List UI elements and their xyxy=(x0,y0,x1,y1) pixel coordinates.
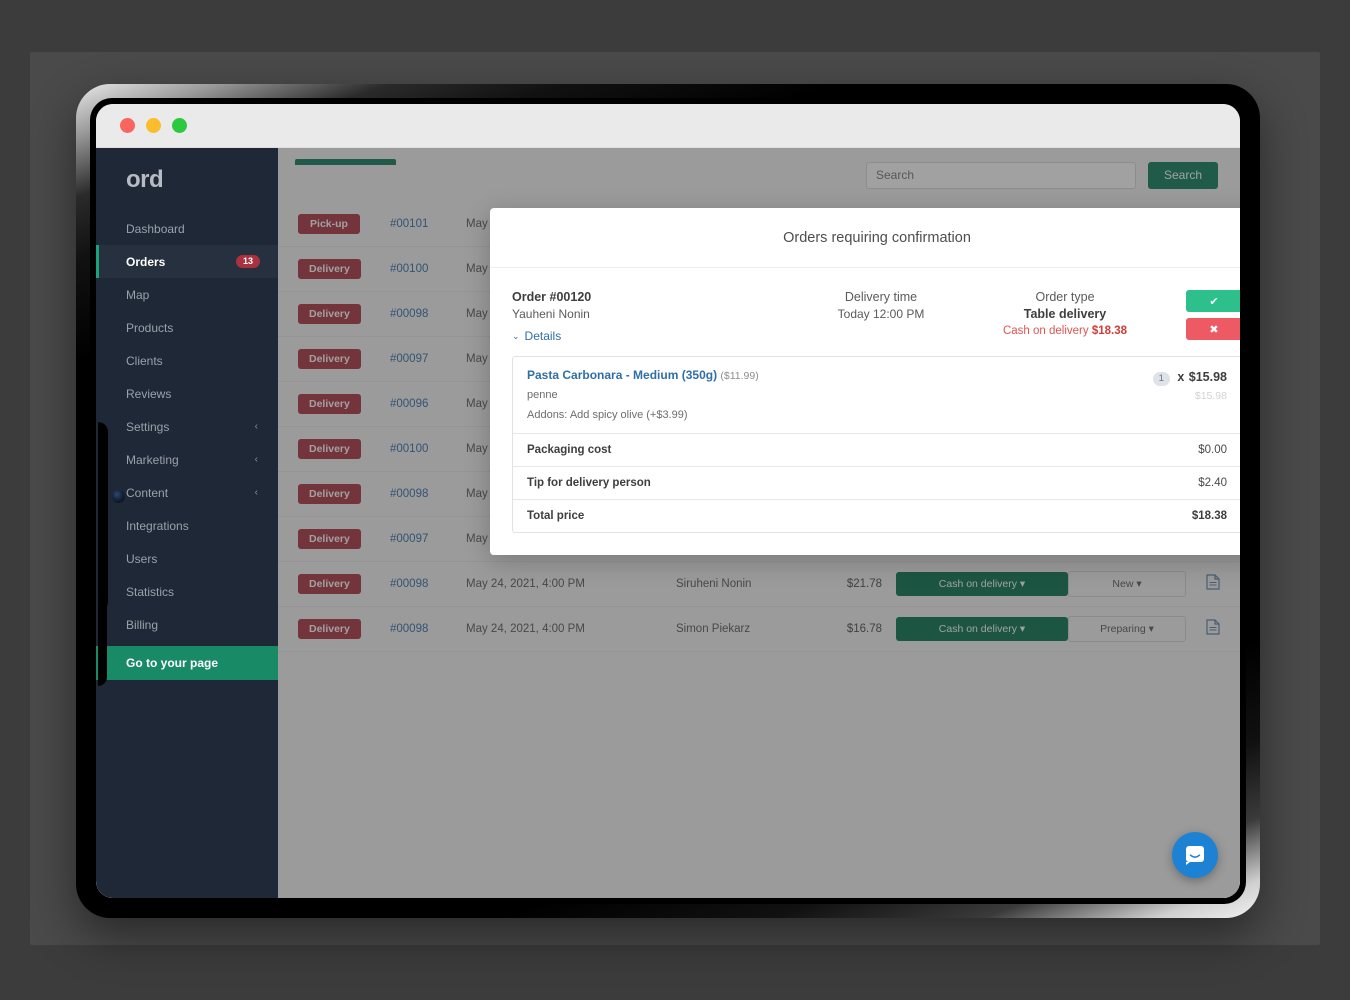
sidebar-nav: Dashboard Orders 13 Map Products Clients Revie… xyxy=(96,212,278,641)
sidebar-item-label: Users xyxy=(126,552,157,566)
line-item-total: $15.98 xyxy=(1189,370,1227,384)
payment-amount: $18.38 xyxy=(1092,325,1127,337)
chevron-left-icon: ‹ xyxy=(255,454,258,465)
minimize-window-dot[interactable] xyxy=(146,118,161,133)
order-type-value: Table delivery xyxy=(950,307,1180,321)
sidebar-item-reviews[interactable]: Reviews xyxy=(96,377,278,410)
device-side-notch-lower xyxy=(98,594,107,686)
sidebar-item-statistics[interactable]: Statistics xyxy=(96,575,278,608)
app-logo: ord xyxy=(96,148,278,212)
quantity-badge: 1 xyxy=(1153,372,1170,386)
line-item-pricing: 1 x $15.98 $15.98 xyxy=(1137,368,1227,421)
sidebar-item-label: Billing xyxy=(126,618,158,632)
sidebar-item-billing[interactable]: Billing xyxy=(96,608,278,641)
sidebar-item-label: Orders xyxy=(126,255,165,269)
sidebar: ord Dashboard Orders 13 Map Products Clients R… xyxy=(96,148,278,898)
summary-value: $2.40 xyxy=(1198,477,1227,489)
line-item-option: penne xyxy=(527,389,1137,401)
device-camera xyxy=(112,490,125,503)
payment-method-text: Cash on delivery xyxy=(1003,325,1089,337)
order-type-block: Order type Table delivery Cash on delive… xyxy=(950,290,1180,337)
summary-row: Total price $18.38 xyxy=(513,500,1240,532)
order-line-item: Pasta Carbonara - Medium (350g) ($11.99)… xyxy=(513,357,1240,434)
check-icon: ✔ xyxy=(1209,295,1218,308)
sidebar-item-label: Products xyxy=(126,321,173,335)
device-bezel: ord Dashboard Orders 13 Map Products Clients R… xyxy=(90,98,1246,904)
summary-row: Packaging cost $0.00 xyxy=(513,434,1240,467)
delivery-time-block: Delivery time Today 12:00 PM xyxy=(812,290,950,321)
order-identity-block: Order #00120 Yauheni Nonin ⌄ Details xyxy=(512,290,812,344)
sidebar-item-go-to-your-page[interactable]: Go to your page xyxy=(96,646,278,680)
app-root: ord Dashboard Orders 13 Map Products Clients R… xyxy=(96,148,1240,898)
browser-titlebar xyxy=(96,104,1240,148)
orders-confirmation-modal: Orders requiring confirmation × Order #0… xyxy=(490,208,1240,555)
order-number: Order #00120 xyxy=(512,290,812,304)
sidebar-item-integrations[interactable]: Integrations xyxy=(96,509,278,542)
sidebar-item-label: Clients xyxy=(126,354,163,368)
details-label: Details xyxy=(525,329,562,343)
summary-label: Tip for delivery person xyxy=(527,477,651,489)
close-icon[interactable]: × xyxy=(1239,225,1240,241)
sidebar-item-label: Dashboard xyxy=(126,222,185,236)
summary-value: $0.00 xyxy=(1198,444,1227,456)
sidebar-item-settings[interactable]: Settings ‹ xyxy=(96,410,278,443)
order-summary-rows: Packaging cost $0.00 Tip for delivery pers… xyxy=(513,434,1240,532)
delivery-time-label: Delivery time xyxy=(812,290,950,304)
chat-widget-button[interactable] xyxy=(1172,832,1218,878)
sidebar-item-label: Map xyxy=(126,288,149,302)
order-summary-header: Order #00120 Yauheni Nonin ⌄ Details xyxy=(512,284,1240,356)
chevron-down-icon: ⌄ xyxy=(512,331,520,342)
line-item-total-strikethrough: $15.98 xyxy=(1153,390,1227,402)
close-window-dot[interactable] xyxy=(120,118,135,133)
order-customer-name: Yauheni Nonin xyxy=(512,307,812,321)
cross-icon: ✖ xyxy=(1209,323,1218,336)
accept-order-button[interactable]: ✔ xyxy=(1186,290,1240,312)
line-item-name: Pasta Carbonara - Medium xyxy=(527,368,678,382)
sidebar-item-label: Marketing xyxy=(126,453,179,467)
device-screen: ord Dashboard Orders 13 Map Products Clients R… xyxy=(96,104,1240,898)
line-item-title: Pasta Carbonara - Medium (350g) ($11.99) xyxy=(527,368,1137,382)
sidebar-item-label: Settings xyxy=(126,420,169,434)
order-items-panel: Pasta Carbonara - Medium (350g) ($11.99)… xyxy=(512,356,1240,533)
delivery-time-value: Today 12:00 PM xyxy=(812,307,950,321)
device-side-notch xyxy=(98,422,108,612)
sidebar-item-label: Content xyxy=(126,486,168,500)
line-item-addons: Addons: Add spicy olive (+$3.99) xyxy=(527,409,1137,421)
summary-label: Packaging cost xyxy=(527,444,611,456)
summary-label: Total price xyxy=(527,510,584,522)
sidebar-item-label: Statistics xyxy=(126,585,174,599)
payment-method-note: Cash on delivery $18.38 xyxy=(950,325,1180,337)
reject-order-button[interactable]: ✖ xyxy=(1186,318,1240,340)
sidebar-item-badge: 13 xyxy=(236,255,260,269)
sidebar-item-dashboard[interactable]: Dashboard xyxy=(96,212,278,245)
details-toggle-link[interactable]: ⌄ Details xyxy=(512,329,561,343)
sidebar-item-marketing[interactable]: Marketing ‹ xyxy=(96,443,278,476)
sidebar-item-orders[interactable]: Orders 13 xyxy=(96,245,278,278)
chevron-left-icon: ‹ xyxy=(255,421,258,432)
sidebar-item-clients[interactable]: Clients xyxy=(96,344,278,377)
qty-separator: x xyxy=(1177,370,1184,384)
sidebar-item-products[interactable]: Products xyxy=(96,311,278,344)
chevron-left-icon: ‹ xyxy=(255,487,258,498)
modal-header: Orders requiring confirmation × xyxy=(490,208,1240,268)
sidebar-item-users[interactable]: Users xyxy=(96,542,278,575)
order-action-buttons: ✔ ✖ xyxy=(1180,290,1240,340)
tablet-device-frame: ord Dashboard Orders 13 Map Products Clients R… xyxy=(76,84,1260,918)
line-item-description: Pasta Carbonara - Medium (350g) ($11.99)… xyxy=(527,368,1137,421)
sidebar-item-map[interactable]: Map xyxy=(96,278,278,311)
line-item-qty-price: 1 x $15.98 xyxy=(1153,368,1227,386)
maximize-window-dot[interactable] xyxy=(172,118,187,133)
order-type-label: Order type xyxy=(950,290,1180,304)
main-content: Search Pick-up#00101May 25, 2021, 4:30 P… xyxy=(278,148,1240,898)
chat-bubble-icon xyxy=(1184,844,1206,866)
modal-body: Order #00120 Yauheni Nonin ⌄ Details xyxy=(490,268,1240,555)
line-item-weight: (350g) xyxy=(682,368,717,382)
line-item-base-price: ($11.99) xyxy=(720,370,758,382)
modal-title: Orders requiring confirmation xyxy=(783,230,971,246)
summary-value: $18.38 xyxy=(1192,510,1227,522)
sidebar-item-label: Integrations xyxy=(126,519,189,533)
scene: ord Dashboard Orders 13 Map Products Clients R… xyxy=(0,0,1350,1000)
summary-row: Tip for delivery person $2.40 xyxy=(513,467,1240,500)
sidebar-item-label: Reviews xyxy=(126,387,171,401)
